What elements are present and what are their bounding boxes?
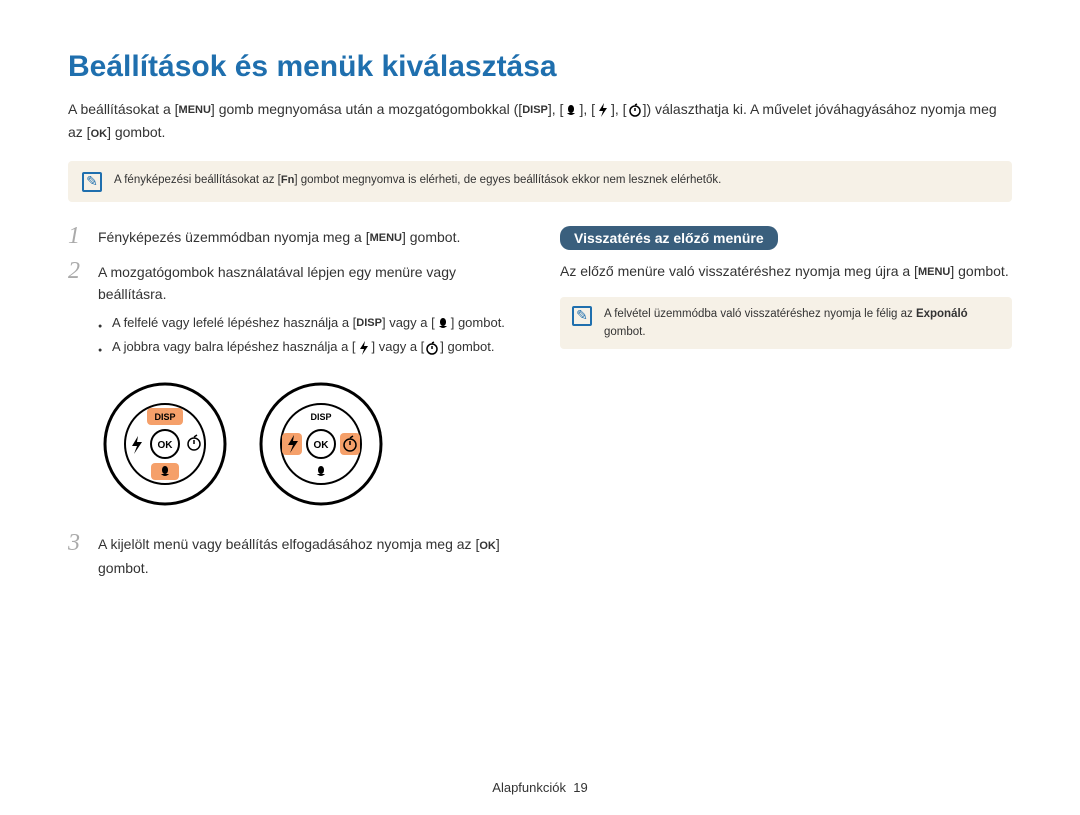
svg-text:OK: OK bbox=[314, 440, 330, 451]
bullet-text: ] vagy a [ bbox=[372, 339, 425, 354]
disp-icon: DISP bbox=[356, 313, 382, 333]
ok-icon: OK bbox=[91, 123, 108, 145]
step-number: 1 bbox=[68, 226, 88, 249]
step-number: 3 bbox=[68, 533, 88, 578]
info-text: A felvétel üzemmódba való visszatéréshez… bbox=[604, 305, 1000, 341]
intro-text: ] gombot. bbox=[107, 124, 165, 140]
right-column: Visszatérés az előző menüre Az előző men… bbox=[560, 226, 1012, 591]
step-text: A mozgatógombok használatával lépjen egy… bbox=[98, 264, 456, 302]
step-2: 2 A mozgatógombok használatával lépjen e… bbox=[68, 261, 520, 362]
ok-icon: OK bbox=[479, 535, 496, 557]
timer-icon bbox=[627, 102, 643, 118]
svg-text:OK: OK bbox=[158, 440, 174, 451]
svg-text:DISP: DISP bbox=[310, 412, 331, 422]
info-text-part: ] gombot megnyomva is elérheti, de egyes… bbox=[294, 174, 721, 186]
info-box-top: ✎ A fényképezési beállításokat az [Fn] g… bbox=[68, 161, 1012, 202]
menu-icon: MENU bbox=[370, 227, 402, 249]
intro-text: ], [ bbox=[611, 101, 627, 117]
controller-diagram-horizontal: OK DISP bbox=[258, 381, 384, 507]
step-3: 3 A kijelölt menü vagy beállítás elfogad… bbox=[68, 533, 520, 578]
disp-icon: DISP bbox=[522, 99, 548, 121]
right-body: Az előző menüre való visszatéréshez nyom… bbox=[560, 260, 1012, 283]
intro-text: ], [ bbox=[579, 101, 595, 117]
sub-bullet: A jobbra vagy balra lépéshez használja a… bbox=[98, 337, 520, 357]
sub-bullet: A felfelé vagy lefelé lépéshez használja… bbox=[98, 313, 520, 334]
right-text: ] gombot. bbox=[950, 263, 1008, 279]
page-title: Beállítások és menük kiválasztása bbox=[68, 50, 1012, 84]
footer-page: 19 bbox=[573, 780, 587, 795]
info-text-part: A fényképezési beállításokat az [ bbox=[114, 174, 281, 186]
left-column: 1 Fényképezés üzemmódban nyomja meg a [M… bbox=[68, 226, 520, 591]
bullet-text: ] gombot. bbox=[440, 339, 494, 354]
svg-text:DISP: DISP bbox=[154, 412, 175, 422]
step-body: A kijelölt menü vagy beállítás elfogadás… bbox=[98, 533, 520, 578]
info-text: A fényképezési beállításokat az [Fn] gom… bbox=[114, 171, 721, 189]
info-bold: Exponáló bbox=[916, 308, 968, 320]
right-text: Az előző menüre való visszatéréshez nyom… bbox=[560, 263, 918, 279]
info-box-right: ✎ A felvétel üzemmódba való visszatérésh… bbox=[560, 297, 1012, 349]
info-text-part: A felvétel üzemmódba való visszatéréshez… bbox=[604, 308, 916, 320]
controller-diagram-vertical: OK DISP bbox=[102, 381, 228, 507]
bullet-text: A felfelé vagy lefelé lépéshez használja… bbox=[112, 315, 356, 330]
step-text: ] gombot. bbox=[402, 229, 460, 245]
intro-text: A beállításokat a [ bbox=[68, 101, 179, 117]
note-icon: ✎ bbox=[82, 172, 102, 192]
step-1: 1 Fényképezés üzemmódban nyomja meg a [M… bbox=[68, 226, 520, 249]
columns: 1 Fényképezés üzemmódban nyomja meg a [M… bbox=[68, 226, 1012, 591]
intro-paragraph: A beállításokat a [MENU] gomb megnyomása… bbox=[68, 98, 1012, 145]
macro-icon bbox=[435, 315, 451, 331]
bullet-text: A jobbra vagy balra lépéshez használja a… bbox=[112, 339, 356, 354]
menu-icon: MENU bbox=[179, 99, 211, 121]
section-badge: Visszatérés az előző menüre bbox=[560, 226, 778, 250]
bullet-text: ] gombot. bbox=[451, 315, 505, 330]
step-text: Fényképezés üzemmódban nyomja meg a [ bbox=[98, 229, 370, 245]
menu-icon: MENU bbox=[918, 261, 950, 283]
info-text-part: gombot. bbox=[604, 326, 646, 338]
flash-icon bbox=[595, 102, 611, 118]
page-footer: Alapfunkciók 19 bbox=[0, 780, 1080, 795]
step-body: A mozgatógombok használatával lépjen egy… bbox=[98, 261, 520, 362]
step-body: Fényképezés üzemmódban nyomja meg a [MEN… bbox=[98, 226, 460, 249]
step-number: 2 bbox=[68, 261, 88, 362]
note-icon: ✎ bbox=[572, 306, 592, 326]
timer-icon bbox=[424, 340, 440, 356]
controller-diagrams: OK DISP OK DISP bbox=[102, 381, 520, 507]
fn-icon: Fn bbox=[281, 171, 294, 189]
macro-icon bbox=[563, 102, 579, 118]
intro-text: ], [ bbox=[548, 101, 564, 117]
bullet-text: ] vagy a [ bbox=[382, 315, 435, 330]
footer-label: Alapfunkciók bbox=[492, 780, 566, 795]
step-text: A kijelölt menü vagy beállítás elfogadás… bbox=[98, 536, 479, 552]
flash-icon bbox=[356, 340, 372, 356]
intro-text: ] gomb megnyomása után a mozgatógombokka… bbox=[211, 101, 522, 117]
